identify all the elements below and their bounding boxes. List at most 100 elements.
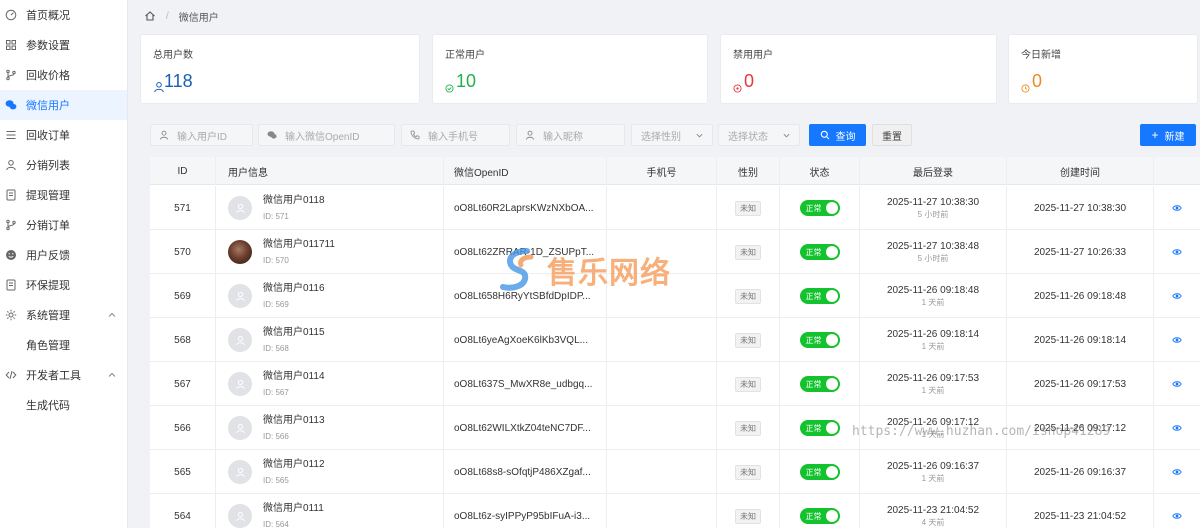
table-row[interactable]: 569 微信用户0116 ID: 569 oO8Lt658H6RyYtSBfdDpID… [150, 274, 1200, 318]
gender-tag: 未知 [735, 464, 761, 480]
home-icon[interactable] [144, 10, 156, 22]
table-cell [607, 230, 717, 274]
openid-input[interactable]: 输入微信OpenID [258, 124, 395, 146]
table-cell: 2025-11-23 21:04:52 [1007, 494, 1154, 528]
table-cell [607, 406, 717, 450]
user-id: ID: 565 [263, 475, 289, 485]
table-cell: oO8Lt62WILXtkZ04teNC7DF... [444, 406, 607, 450]
table-cell: 2025-11-26 09:17:53 1 天前 [860, 362, 1007, 406]
last-login-relative: 5 小时前 [917, 253, 949, 263]
table-row[interactable]: 570 微信用户011711 ID: 570 oO8Lt62ZRRAR-1D_ZSUP… [150, 230, 1200, 274]
document-icon [5, 189, 17, 201]
ban-icon [733, 77, 742, 93]
table-cell: 2025-11-26 09:17:53 [1007, 362, 1154, 406]
sidebar-item[interactable]: 参数设置 [0, 30, 127, 60]
cell-openid: oO8Lt6yeAgXoeK6lKb3VQL... [454, 334, 588, 346]
sidebar-item[interactable]: 系统管理 [0, 300, 127, 330]
view-icon[interactable] [1172, 379, 1182, 389]
cell-openid: oO8Lt6z-syIPPyP95bIFuA-i3... [454, 510, 591, 522]
search-button[interactable]: 查询 [809, 124, 866, 146]
status-toggle[interactable]: 正常 [799, 464, 840, 480]
status-toggle-label: 正常 [805, 247, 822, 257]
sidebar-item[interactable]: 用户反馈 [0, 240, 127, 270]
table-row[interactable]: 566 微信用户0113 ID: 566 oO8Lt62WILXtkZ04teNC7D… [150, 406, 1200, 450]
avatar [228, 372, 252, 396]
view-icon[interactable] [1172, 247, 1182, 257]
search-icon [820, 130, 829, 140]
phone-icon [410, 130, 420, 140]
gender-select[interactable]: 选择性别 [631, 124, 713, 146]
table-cell: 568 [150, 318, 216, 362]
view-icon[interactable] [1172, 291, 1182, 301]
status-toggle[interactable]: 正常 [799, 420, 840, 436]
status-toggle[interactable]: 正常 [799, 200, 840, 216]
status-toggle[interactable]: 正常 [799, 376, 840, 392]
code-icon [5, 369, 17, 381]
sidebar-item[interactable]: 回收价格 [0, 60, 127, 90]
sidebar-item-label: 角色管理 [26, 340, 70, 352]
openid-placeholder: 输入微信OpenID [285, 131, 360, 143]
table-row[interactable]: 568 微信用户0115 ID: 568 oO8Lt6yeAgXoeK6lKb3VQL… [150, 318, 1200, 362]
sidebar-item[interactable]: 提现管理 [0, 180, 127, 210]
sidebar-item[interactable]: 分销列表 [0, 150, 127, 180]
table-cell [1154, 230, 1200, 274]
nickname-input[interactable]: 输入昵称 [516, 124, 625, 146]
user-id-input[interactable]: 输入用户ID [150, 124, 253, 146]
status-toggle-label: 正常 [805, 423, 822, 433]
table-cell: 2025-11-27 10:38:48 5 小时前 [860, 230, 1007, 274]
status-toggle[interactable]: 正常 [799, 332, 840, 348]
sidebar-item[interactable]: 环保提现 [0, 270, 127, 300]
last-login-relative: 1 天前 [921, 385, 945, 395]
sidebar-item[interactable]: 回收订单 [0, 120, 127, 150]
check-circle-icon [445, 77, 454, 93]
last-login-time: 2025-11-27 10:38:48 [886, 240, 980, 252]
phone-input[interactable]: 输入手机号 [401, 124, 510, 146]
table-cell: 571 [150, 186, 216, 230]
gender-tag: 未知 [735, 244, 761, 260]
wechat-icon [5, 99, 17, 111]
sidebar-item[interactable]: 开发者工具 [0, 360, 127, 390]
stat-label: 总用户数 [153, 50, 193, 61]
cell-id: 565 [174, 466, 191, 478]
table-row[interactable]: 571 微信用户0118 ID: 571 oO8Lt60R2LaprsKWzNXbOA… [150, 186, 1200, 230]
sidebar-item-label: 提现管理 [26, 190, 70, 202]
status-toggle[interactable]: 正常 [799, 288, 840, 304]
table-cell: 2025-11-26 09:18:48 1 天前 [860, 274, 1007, 318]
sidebar-item[interactable]: 角色管理 [0, 330, 127, 360]
sidebar-item[interactable]: 首页概况 [0, 0, 127, 30]
sidebar-item[interactable]: 生成代码 [0, 390, 127, 420]
table-cell: 2025-11-26 09:17:12 [1007, 406, 1154, 450]
sidebar-item-label: 回收订单 [26, 130, 70, 142]
user-id: ID: 564 [263, 519, 289, 528]
add-button[interactable]: + 新建 [1140, 124, 1196, 146]
table-cell: 微信用户0111 ID: 564 [216, 494, 444, 528]
table-cell [607, 494, 717, 528]
view-icon[interactable] [1172, 423, 1182, 433]
sidebar-item[interactable]: 分销订单 [0, 210, 127, 240]
status-toggle-label: 正常 [805, 511, 822, 521]
table-cell: oO8Lt637S_MwXR8e_udbgq... [444, 362, 607, 406]
view-icon[interactable] [1172, 511, 1182, 521]
table-row[interactable]: 565 微信用户0112 ID: 565 oO8Lt68s8-sOfqtjP486XZ… [150, 450, 1200, 494]
gender-tag: 未知 [735, 200, 761, 216]
user-name: 微信用户0111 [263, 502, 324, 514]
view-icon[interactable] [1172, 335, 1182, 345]
user-id-placeholder: 输入用户ID [177, 131, 227, 143]
table-cell [1154, 318, 1200, 362]
cell-id: 571 [174, 202, 191, 214]
stat-label: 正常用户 [445, 50, 485, 61]
user-id: ID: 571 [263, 211, 289, 221]
status-toggle[interactable]: 正常 [799, 244, 840, 260]
reset-button[interactable]: 重置 [872, 124, 912, 146]
view-icon[interactable] [1172, 467, 1182, 477]
view-icon[interactable] [1172, 203, 1182, 213]
table-cell: 正常 [780, 230, 860, 274]
gender-tag: 未知 [735, 288, 761, 304]
table-row[interactable]: 564 微信用户0111 ID: 564 oO8Lt6z-syIPPyP95bIFuA… [150, 494, 1200, 528]
sidebar-item[interactable]: 微信用户 [0, 90, 127, 120]
clock-icon [1021, 77, 1030, 93]
cell-openid: oO8Lt658H6RyYtSBfdDpIDP... [454, 290, 591, 302]
table-row[interactable]: 567 微信用户0114 ID: 567 oO8Lt637S_MwXR8e_udbgq… [150, 362, 1200, 406]
status-toggle[interactable]: 正常 [799, 508, 840, 524]
status-select[interactable]: 选择状态 [718, 124, 800, 146]
